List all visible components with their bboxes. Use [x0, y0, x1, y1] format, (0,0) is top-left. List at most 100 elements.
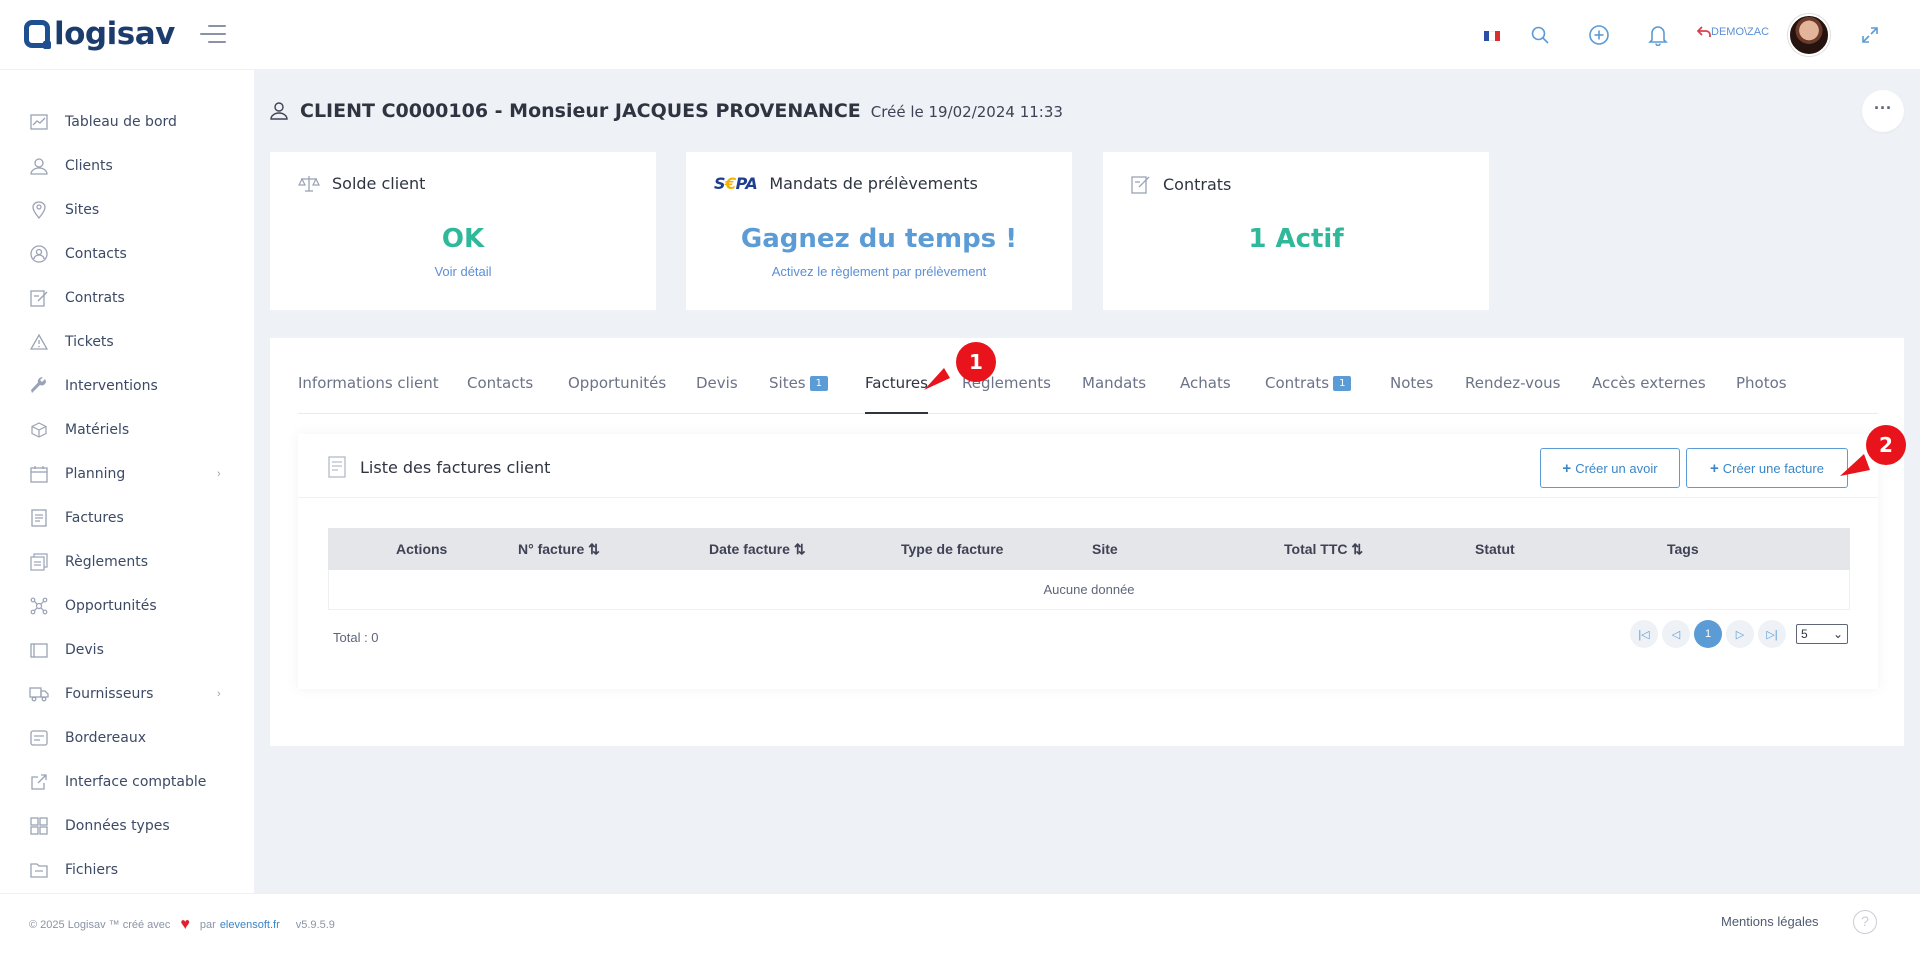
sort-icon: ⇅	[793, 541, 806, 557]
tab-factures[interactable]: Factures	[865, 374, 928, 414]
slip-icon	[29, 728, 49, 748]
sidebar-item-planning[interactable]: Planning ›	[0, 456, 254, 492]
sidebar-item-contacts[interactable]: Contacts	[0, 236, 254, 272]
col-site: Site	[1092, 541, 1118, 557]
avatar[interactable]	[1788, 14, 1830, 56]
sidebar-item-devis[interactable]: Devis	[0, 632, 254, 668]
network-icon	[29, 596, 49, 616]
tab-contacts[interactable]: Contacts	[467, 374, 533, 414]
client-icon	[270, 102, 288, 120]
tab-rendez-vous[interactable]: Rendez-vous	[1465, 374, 1561, 414]
solde-value: OK	[441, 224, 485, 254]
sidebar-item-interventions[interactable]: Interventions	[0, 368, 254, 404]
sidebar-item-fichiers[interactable]: Fichiers	[0, 852, 254, 888]
tab-acces-externes[interactable]: Accès externes	[1592, 374, 1706, 414]
marker-2: 2	[1866, 425, 1906, 465]
help-icon[interactable]: ?	[1853, 910, 1877, 934]
sites-count-badge: 1	[809, 376, 828, 391]
grid-icon	[29, 816, 49, 836]
user-switch-link[interactable]: DEMO\ZAC	[1697, 26, 1769, 38]
creer-avoir-button[interactable]: + Créer un avoir	[1540, 448, 1680, 488]
elevensoft-link[interactable]: elevensoft.fr	[220, 919, 280, 931]
export-icon	[29, 772, 49, 792]
copyright-text: © 2025 Logisav ™ créé avec	[29, 919, 171, 931]
add-circle-icon[interactable]	[1586, 22, 1612, 48]
invoices-header: Liste des factures client + Créer un avoi…	[298, 434, 1878, 498]
bell-icon[interactable]	[1645, 22, 1671, 48]
french-flag-icon[interactable]	[1484, 31, 1500, 41]
sepa-logo: S€PA	[714, 174, 758, 193]
sidebar-item-tickets[interactable]: Tickets	[0, 324, 254, 360]
tab-devis[interactable]: Devis	[696, 374, 738, 414]
page-number[interactable]: 1	[1694, 620, 1722, 648]
version-text: v5.9.5.9	[295, 919, 335, 931]
expand-icon[interactable]	[1857, 22, 1883, 48]
logisav-logo[interactable]: logisav	[24, 16, 175, 52]
sidebar-item-label: Sites	[65, 202, 100, 218]
tab-opportunites[interactable]: Opportunités	[568, 374, 666, 414]
voir-detail-link[interactable]: Voir détail	[270, 264, 656, 279]
sidebar-item-materiels[interactable]: Matériels	[0, 412, 254, 448]
invoice-icon	[29, 508, 49, 528]
activer-prelevement-link[interactable]: Activez le règlement par prélèvement	[686, 264, 1072, 279]
sidebar-item-label: Planning	[65, 466, 126, 482]
contrats-card: Contrats 1 Actif	[1103, 152, 1489, 310]
sidebar-item-label: Règlements	[65, 554, 149, 570]
sidebar-item-label: Données types	[65, 818, 170, 834]
sidebar-item-interface-comptable[interactable]: Interface comptable	[0, 764, 254, 800]
sort-icon: ⇅	[588, 541, 600, 557]
sidebar-item-donnees-types[interactable]: Données types	[0, 808, 254, 844]
tab-mandats[interactable]: Mandats	[1082, 374, 1146, 414]
mandats-card: S€PA Mandats de prélèvements Gagnez du t…	[686, 152, 1072, 310]
page-size-select[interactable]: 5 ⌄	[1796, 624, 1848, 644]
created-date: Créé le 19/02/2024 11:33	[870, 103, 1063, 121]
sidebar-item-sites[interactable]: Sites	[0, 192, 254, 228]
col-date-facture[interactable]: Date facture ⇅	[709, 541, 806, 558]
truck-icon	[29, 684, 49, 704]
mandats-value: Gagnez du temps !	[740, 224, 1018, 254]
sidebar-item-label: Matériels	[65, 422, 130, 438]
col-actions: Actions	[396, 541, 448, 557]
sidebar-item-label: Devis	[65, 642, 104, 658]
tab-sites[interactable]: Sites 1	[769, 374, 828, 414]
invoice-list-icon	[328, 456, 346, 478]
table-header: Actions N° facture ⇅ Date facture ⇅ Type…	[328, 528, 1850, 570]
first-page-icon[interactable]: |◁	[1630, 620, 1658, 648]
sidebar-item-fournisseurs[interactable]: Fournisseurs ›	[0, 676, 254, 712]
footer: © 2025 Logisav ™ créé avec ♥ par elevens…	[0, 893, 1920, 953]
sidebar-item-opportunites[interactable]: Opportunités	[0, 588, 254, 624]
col-numero-facture[interactable]: N° facture ⇅	[518, 541, 600, 558]
plus-icon: +	[1710, 459, 1719, 477]
next-page-icon[interactable]: ▷	[1726, 620, 1754, 648]
client-panel: Informations client Contacts Opportunité…	[270, 338, 1904, 746]
client-tabs: Informations client Contacts Opportunité…	[298, 374, 1878, 414]
tab-achats[interactable]: Achats	[1180, 374, 1231, 414]
warning-icon	[29, 332, 49, 352]
contrats-value[interactable]: 1 Actif	[1103, 224, 1489, 254]
sidebar-item-label: Tableau de bord	[65, 114, 177, 130]
col-total-ttc[interactable]: Total TTC ⇅	[1284, 541, 1363, 558]
sidebar-item-tableau-de-bord[interactable]: Tableau de bord	[0, 104, 254, 140]
sidebar-item-reglements[interactable]: Règlements	[0, 544, 254, 580]
tab-informations-client[interactable]: Informations client	[298, 374, 439, 414]
sidebar-item-bordereaux[interactable]: Bordereaux	[0, 720, 254, 756]
sidebar-item-clients[interactable]: Clients	[0, 148, 254, 184]
tab-notes[interactable]: Notes	[1390, 374, 1433, 414]
tab-contrats[interactable]: Contrats 1	[1265, 374, 1352, 414]
wrench-icon	[29, 376, 49, 396]
calendar-icon	[29, 464, 49, 484]
menu-toggle-icon[interactable]	[200, 25, 226, 45]
dashboard-icon	[29, 112, 49, 132]
chevron-right-icon: ›	[217, 468, 221, 480]
sidebar-item-factures[interactable]: Factures	[0, 500, 254, 536]
sidebar-item-contrats[interactable]: Contrats	[0, 280, 254, 316]
mentions-legales-link[interactable]: Mentions légales	[1721, 914, 1819, 929]
tab-photos[interactable]: Photos	[1736, 374, 1787, 414]
last-page-icon[interactable]: ▷|	[1758, 620, 1786, 648]
search-icon[interactable]	[1527, 22, 1553, 48]
payment-icon	[29, 552, 49, 572]
creer-facture-button[interactable]: + Créer une facture	[1686, 448, 1848, 488]
return-arrow-icon	[1697, 26, 1711, 37]
prev-page-icon[interactable]: ◁	[1662, 620, 1690, 648]
more-options-button[interactable]: ···	[1862, 90, 1904, 132]
